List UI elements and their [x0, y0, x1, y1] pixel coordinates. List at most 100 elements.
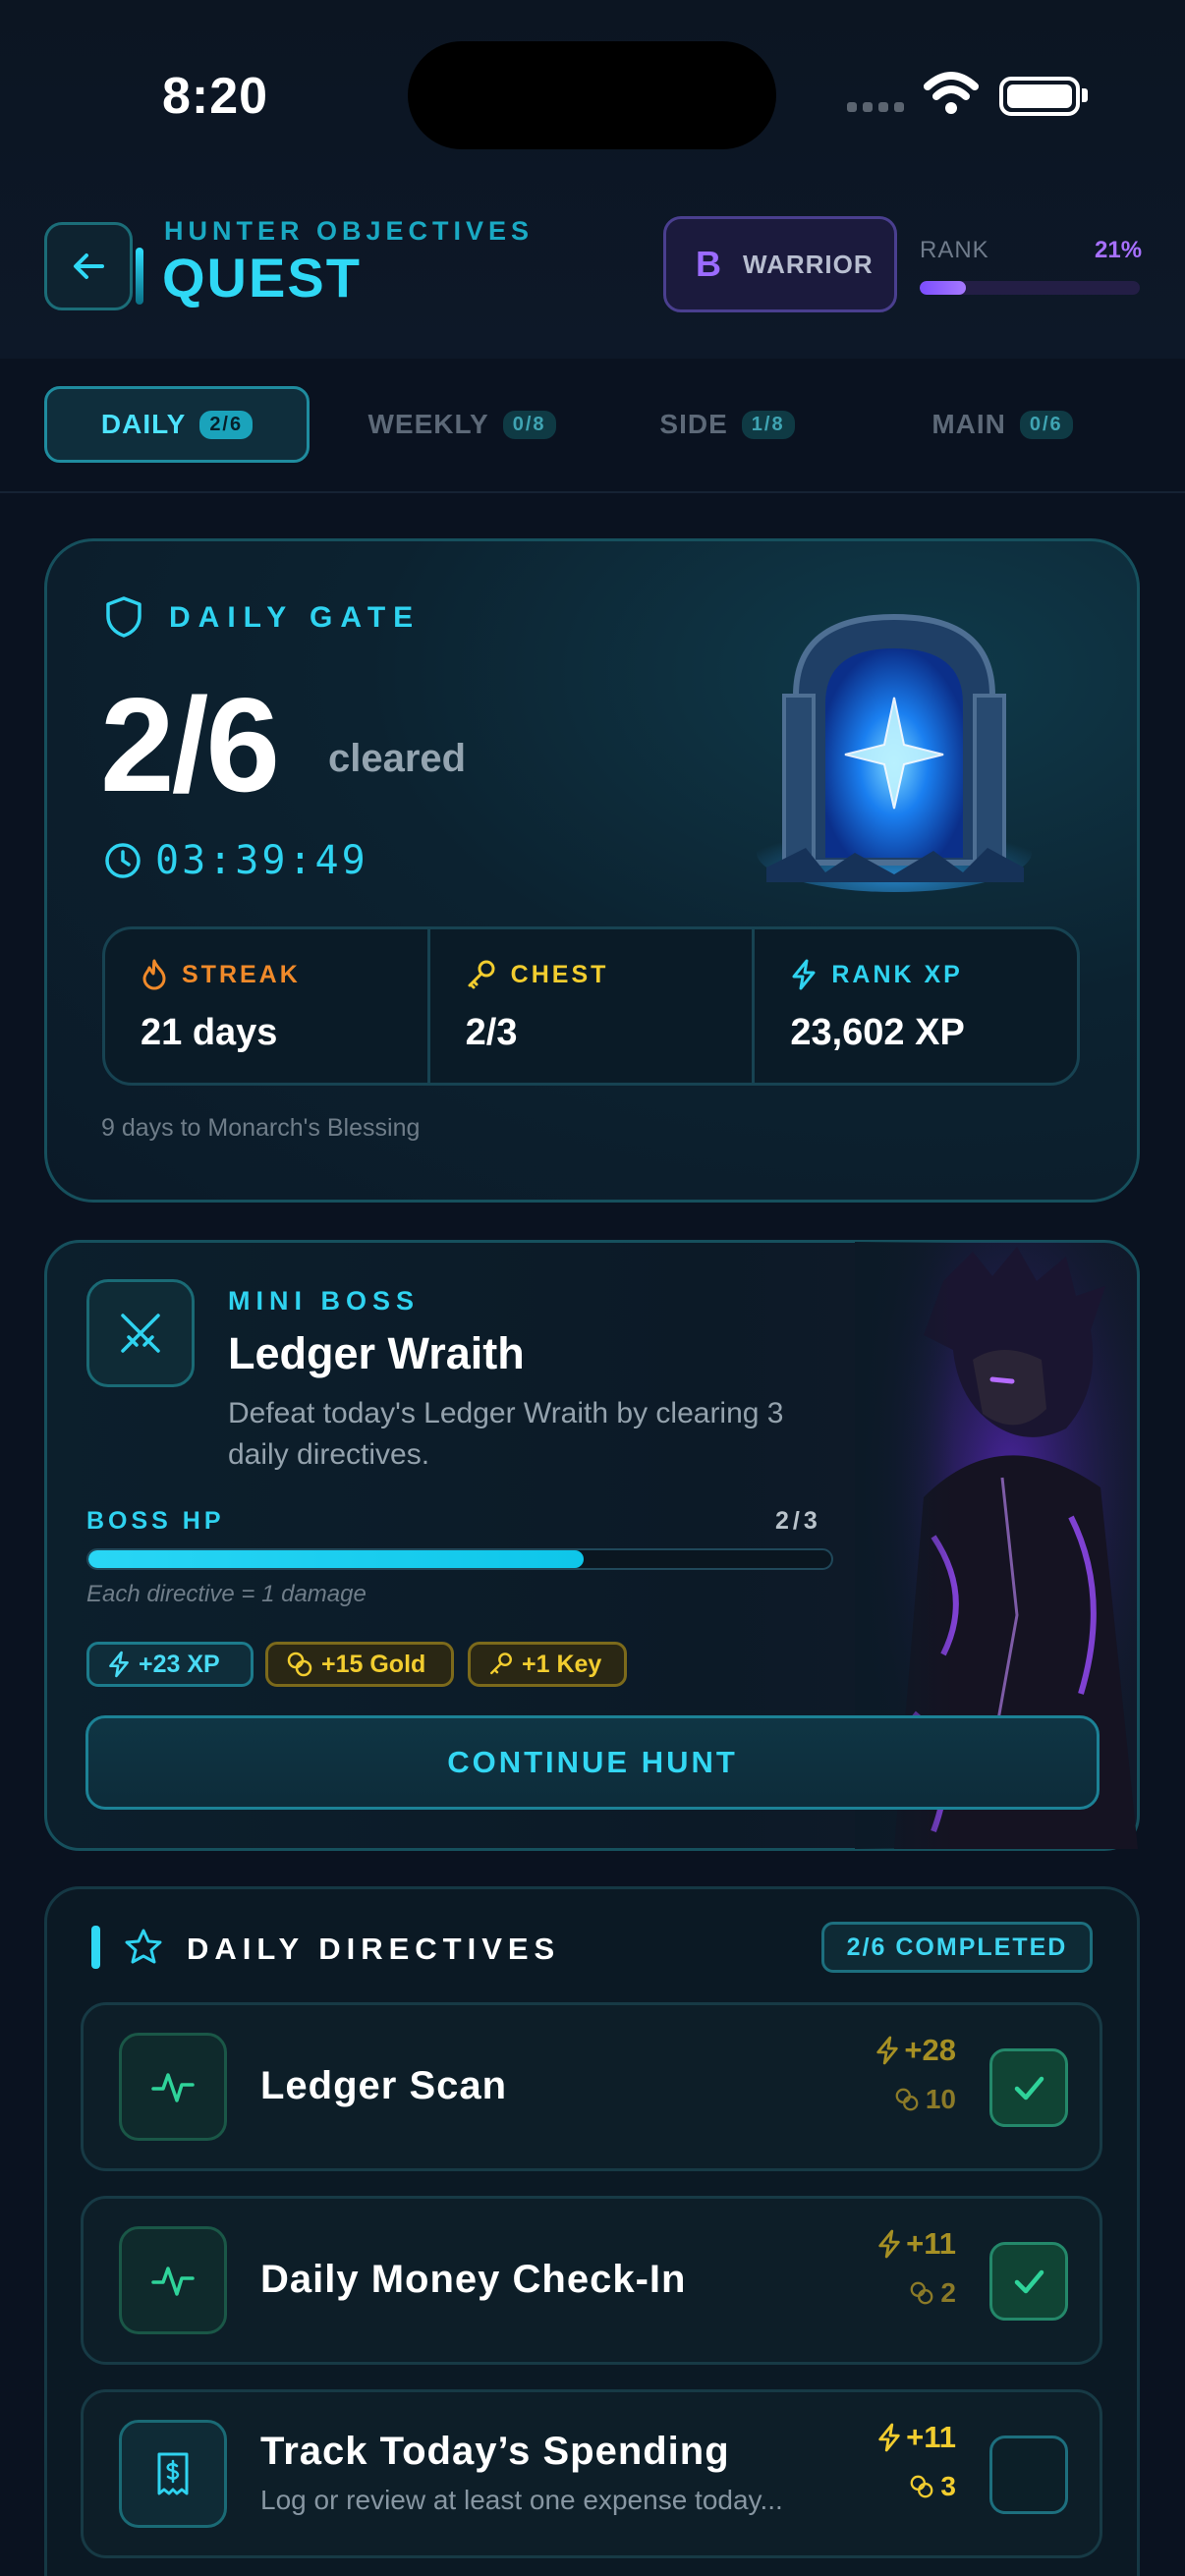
- gate-footnote: 9 days to Monarch's Blessing: [101, 1114, 421, 1142]
- coins-icon: [911, 2281, 933, 2305]
- directive-name: Ledger Scan: [260, 2064, 508, 2107]
- directive-item[interactable]: Track Today’s Spending Log or review at …: [81, 2389, 1102, 2558]
- tab-count: 1/8: [741, 410, 795, 439]
- header-subtitle: HUNTER OBJECTIVES: [164, 216, 535, 246]
- directive-item[interactable]: Daily Money Check-In +11 2: [81, 2196, 1102, 2365]
- tab-daily[interactable]: DAILY 2/6: [44, 386, 310, 463]
- shield-icon: [106, 596, 141, 638]
- stat-value: 21 days: [141, 1012, 278, 1053]
- tab-label: DAILY: [100, 409, 187, 439]
- directive-gold-value: 3: [940, 2471, 956, 2501]
- tab-side[interactable]: SIDE 1/8: [629, 386, 825, 463]
- continue-hunt-button[interactable]: CONTINUE HUNT: [85, 1715, 1100, 1810]
- tab-label: MAIN: [931, 409, 1006, 439]
- gate-portal-icon: [757, 613, 1032, 892]
- flame-icon: [142, 959, 166, 990]
- tab-count: 0/6: [1019, 410, 1073, 439]
- directive-name: Daily Money Check-In: [260, 2258, 687, 2301]
- battery-tip: [1082, 88, 1088, 102]
- directive-item[interactable]: Ledger Scan +28 10: [81, 2002, 1102, 2171]
- directive-name: Track Today’s Spending: [260, 2430, 730, 2473]
- reward-key-badge: +1 Key: [468, 1642, 627, 1687]
- key-icon: [490, 1652, 512, 1675]
- dynamic-island: [408, 41, 776, 149]
- status-time: 8:20: [162, 68, 269, 125]
- checkmark-icon: [1014, 2269, 1044, 2294]
- title-accent-bar: [136, 248, 143, 305]
- daily-gate-label: DAILY GATE: [169, 601, 422, 634]
- boss-hp-note: Each directive = 1 damage: [86, 1581, 367, 1607]
- directive-checkbox[interactable]: [989, 2242, 1068, 2321]
- boss-description: Defeat today's Ledger Wraith by clearing…: [228, 1397, 784, 1471]
- directives-completed-badge: 2/6 COMPLETED: [821, 1922, 1093, 1973]
- cellular-signal-icon: [847, 102, 908, 116]
- tab-main[interactable]: MAIN 0/6: [904, 386, 1100, 463]
- directive-gold: 10: [894, 2084, 956, 2115]
- directive-icon-box: [119, 2033, 227, 2141]
- boss-hp-fill: [88, 1550, 585, 1568]
- page-title: QUEST: [162, 247, 362, 308]
- boss-kicker: MINI BOSS: [228, 1286, 421, 1316]
- receipt-icon: [157, 2452, 189, 2495]
- back-button[interactable]: [44, 222, 133, 310]
- directive-checkbox[interactable]: [989, 2436, 1068, 2514]
- tabs-divider: [0, 491, 1185, 493]
- reward-gold-badge: +15 Gold: [265, 1642, 454, 1687]
- directive-gold: 2: [909, 2277, 956, 2309]
- directive-checkbox[interactable]: [989, 2048, 1068, 2127]
- gate-progress-suffix: cleared: [328, 737, 467, 780]
- tab-weekly[interactable]: WEEKLY 0/8: [344, 386, 580, 463]
- key-icon: [468, 960, 495, 989]
- rank-progress-fill: [920, 281, 967, 295]
- gate-stats: STREAK 21 days CHEST 2/3 RANK XP 23,602 …: [102, 926, 1080, 1086]
- rank-percent: 21%: [1095, 237, 1143, 263]
- gate-progress: 2/6: [100, 670, 280, 819]
- clock-icon: [105, 843, 141, 878]
- reward-gold-text: +15 Gold: [321, 1650, 426, 1678]
- boss-hp-value: 2/3: [775, 1507, 821, 1535]
- lightning-icon: [792, 959, 816, 990]
- tab-count: 2/6: [199, 410, 254, 439]
- directives-title: DAILY DIRECTIVES: [187, 1932, 561, 1966]
- directive-gold-value: 2: [940, 2277, 956, 2308]
- boss-hp-label: BOSS HP: [86, 1507, 225, 1535]
- directive-icon-box: [119, 2420, 227, 2528]
- class-badge[interactable]: B WARRIOR: [663, 216, 897, 312]
- directive-xp: +11: [876, 2420, 956, 2455]
- checkmark-icon: [1014, 2076, 1044, 2100]
- stat-value: 23,602 XP: [790, 1012, 965, 1053]
- rank-progress-bar: [920, 281, 1140, 295]
- lightning-icon: [876, 2036, 899, 2065]
- class-name: WARRIOR: [743, 249, 874, 279]
- boss-icon-box: [86, 1279, 195, 1387]
- pulse-icon: [151, 2073, 195, 2102]
- directive-icon-box: [119, 2226, 227, 2334]
- coins-icon: [287, 1652, 312, 1677]
- directive-xp: +28: [875, 2033, 956, 2068]
- rank-label: RANK: [920, 237, 989, 263]
- pulse-icon: [151, 2267, 195, 2296]
- gate-timer: 03:39:49: [155, 838, 368, 883]
- lightning-icon: [109, 1651, 129, 1678]
- directive-xp: +11: [876, 2226, 956, 2262]
- stat-label: CHEST: [510, 960, 609, 988]
- battery-icon: [999, 77, 1080, 116]
- boss-hp-bar: [86, 1548, 833, 1570]
- reward-xp-text: +23 XP: [139, 1650, 220, 1678]
- reward-xp-badge: +23 XP: [86, 1642, 254, 1687]
- directive-xp-value: +11: [906, 2420, 956, 2454]
- star-icon: [125, 1929, 162, 1964]
- stat-value: 2/3: [465, 1012, 518, 1053]
- stat-label: RANK XP: [831, 960, 963, 988]
- section-accent-bar: [91, 1926, 100, 1969]
- stat-chest: CHEST 2/3: [426, 929, 753, 1083]
- wifi-icon: [924, 72, 979, 114]
- directive-gold: 3: [909, 2471, 956, 2502]
- directive-xp-value: +28: [904, 2033, 956, 2067]
- tab-count: 0/8: [502, 410, 556, 439]
- lightning-icon: [878, 2423, 900, 2452]
- coins-icon: [911, 2475, 933, 2498]
- directive-xp-value: +11: [906, 2226, 956, 2261]
- boss-name: Ledger Wraith: [228, 1328, 525, 1378]
- reward-key-text: +1 Key: [522, 1650, 602, 1678]
